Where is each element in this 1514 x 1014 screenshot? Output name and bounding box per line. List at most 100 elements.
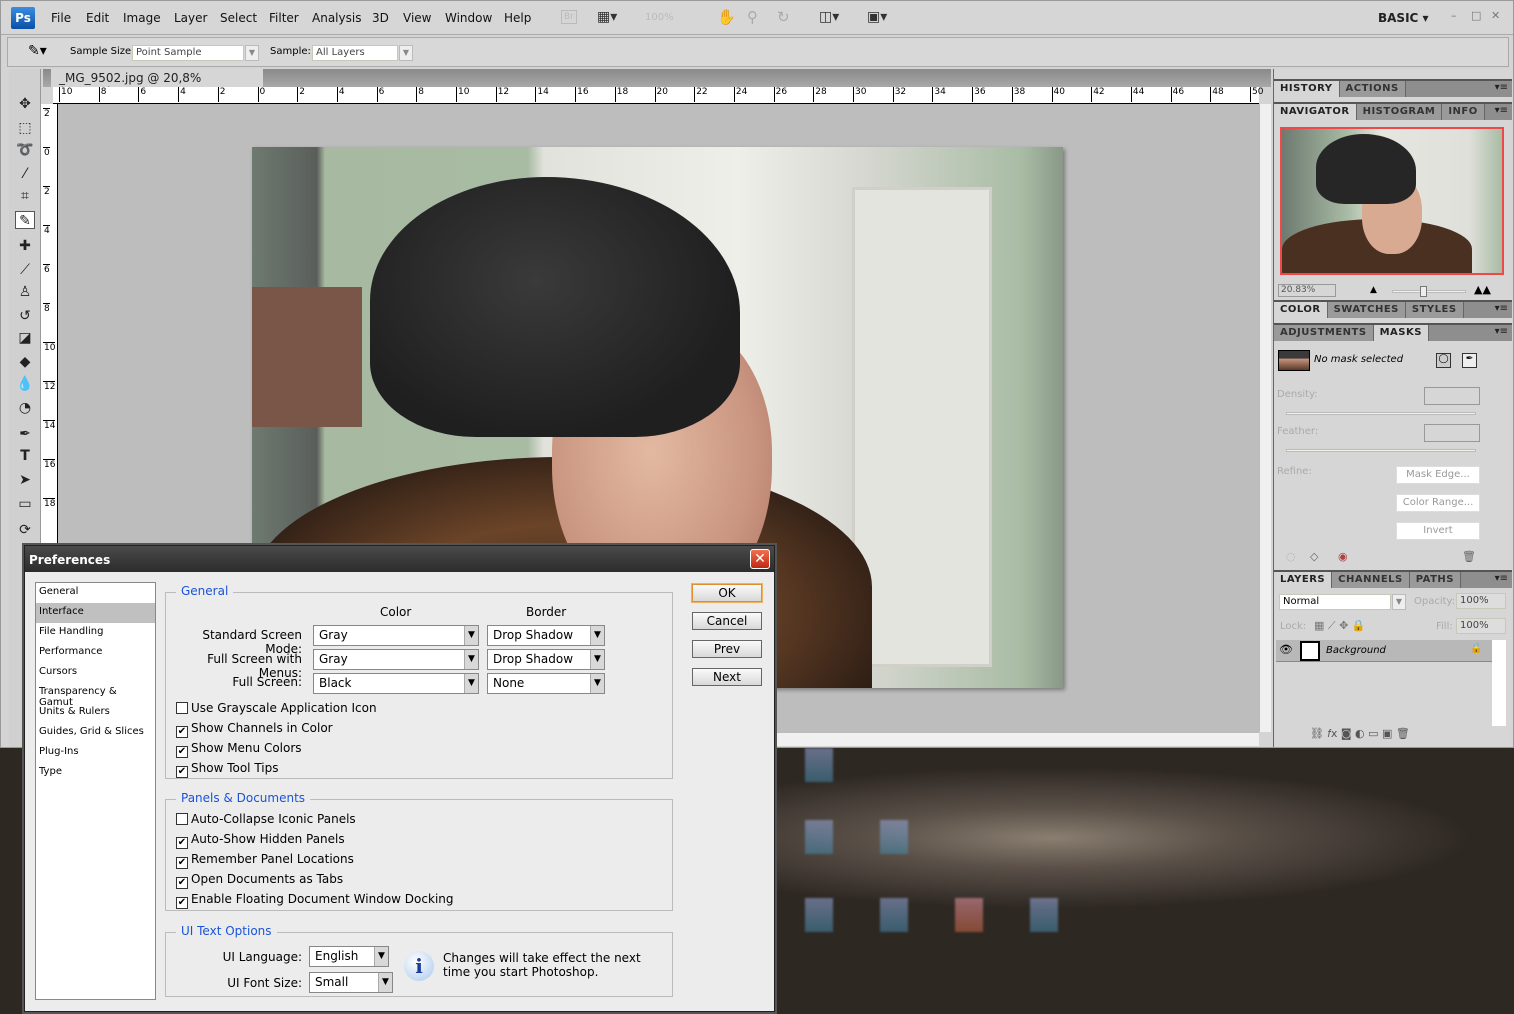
checkbox-tool-tips[interactable]: ✔ Show Tool Tips (176, 761, 278, 778)
invert-button[interactable]: Invert (1396, 522, 1480, 540)
checkbox[interactable]: ✔ (176, 746, 188, 758)
zoom-tool-icon[interactable]: ⚲ (747, 8, 758, 26)
tab-navigator[interactable]: NAVIGATOR (1274, 104, 1357, 120)
desktop-icon[interactable] (1030, 898, 1058, 932)
slider-thumb[interactable] (1419, 286, 1427, 297)
full-screen-border-dropdown[interactable]: None ▼ (487, 673, 605, 694)
tab-histogram[interactable]: HISTOGRAM (1356, 104, 1443, 120)
dodge-tool-icon[interactable]: ◔ (15, 399, 35, 417)
full-screen-menus-color-dropdown[interactable]: Gray ▼ (313, 649, 479, 670)
layer-footer-icons[interactable]: ⛓ 𝑓x ◙ ◐ ▭ ▣ 🗑 (1310, 727, 1410, 741)
add-vector-mask-icon[interactable]: ✒ (1462, 353, 1477, 368)
menu-view[interactable]: View (403, 11, 431, 25)
screen-mode-icon[interactable]: ▣▾ (867, 9, 887, 25)
checkbox[interactable]: ✔ (176, 897, 188, 909)
visibility-eye-icon[interactable]: 👁 (1279, 643, 1293, 656)
paint-bucket-icon[interactable]: ◆ (15, 353, 35, 371)
dialog-close-button[interactable]: ✕ (750, 549, 770, 569)
ok-button[interactable]: OK (692, 584, 762, 602)
checkbox-remember-locations[interactable]: ✔ Remember Panel Locations (176, 852, 354, 869)
menu-window[interactable]: Window (445, 11, 492, 25)
brush-tool-icon[interactable]: ⟋ (15, 261, 35, 279)
checkbox[interactable]: ✔ (176, 877, 188, 889)
pen-tool-icon[interactable]: ✒ (15, 425, 35, 443)
category-general[interactable]: General (36, 583, 155, 603)
checkbox[interactable]: ✔ (176, 726, 188, 738)
standard-screen-border-dropdown[interactable]: Drop Shadow ▼ (487, 625, 605, 646)
blur-tool-icon[interactable]: 💧 (15, 375, 35, 393)
menu-layer[interactable]: Layer (174, 11, 207, 25)
category-type[interactable]: Type (36, 763, 155, 783)
desktop-icon[interactable] (880, 898, 908, 932)
history-brush-icon[interactable]: ↺ (15, 307, 35, 325)
menu-3d[interactable]: 3D (372, 11, 389, 25)
eyedropper-icon[interactable]: ✎▾ (28, 43, 47, 59)
checkbox[interactable] (176, 813, 188, 825)
standard-screen-color-dropdown[interactable]: Gray ▼ (313, 625, 479, 646)
checkbox-auto-show[interactable]: ✔ Auto-Show Hidden Panels (176, 832, 345, 849)
eyedropper-tool-icon[interactable]: ✎ (15, 211, 35, 229)
checkbox-channels-color[interactable]: ✔ Show Channels in Color (176, 721, 333, 738)
tab-paths[interactable]: PATHS (1409, 572, 1462, 588)
tab-color[interactable]: COLOR (1274, 302, 1328, 318)
sample-dropdown[interactable]: All Layers (312, 45, 398, 61)
full-screen-color-dropdown[interactable]: Black ▼ (313, 673, 479, 694)
tab-adjustments[interactable]: ADJUSTMENTS (1274, 325, 1374, 341)
menu-analysis[interactable]: Analysis (312, 11, 361, 25)
mask-edge-button[interactable]: Mask Edge... (1396, 466, 1480, 484)
desktop-icon[interactable] (805, 898, 833, 932)
category-interface[interactable]: Interface (36, 603, 155, 623)
lock-icons[interactable]: ▦ ⟋ ✥ 🔒 (1314, 619, 1366, 633)
category-performance[interactable]: Performance (36, 643, 155, 663)
trash-icon[interactable]: 🗑 (1462, 550, 1476, 563)
layer-name[interactable]: Background (1326, 645, 1386, 656)
density-slider[interactable] (1286, 412, 1476, 415)
panel-menu-icon[interactable]: ▾≡ (1495, 303, 1508, 314)
desktop-icon[interactable] (805, 820, 833, 854)
menu-help[interactable]: Help (504, 11, 531, 25)
clone-stamp-icon[interactable]: ♙ (15, 283, 35, 301)
tab-layers[interactable]: LAYERS (1274, 572, 1333, 588)
ui-language-dropdown[interactable]: English ▼ (309, 946, 389, 967)
panel-menu-icon[interactable]: ▾≡ (1495, 105, 1508, 116)
rotate-view-icon[interactable]: ↻ (777, 8, 790, 26)
magic-wand-icon[interactable]: ⁄ (15, 165, 35, 183)
desktop-icon[interactable] (805, 748, 833, 782)
tab-masks[interactable]: MASKS (1373, 325, 1429, 341)
zoom-out-icon[interactable]: ▲ (1370, 285, 1377, 295)
tab-channels[interactable]: CHANNELS (1332, 572, 1410, 588)
healing-brush-icon[interactable]: ✚ (15, 237, 35, 255)
fill-field[interactable]: 100% (1456, 618, 1506, 634)
layer-row[interactable]: 👁 Background 🔒 (1276, 640, 1492, 662)
close-button[interactable]: ✕ (1491, 9, 1500, 22)
menu-edit[interactable]: Edit (86, 11, 109, 25)
minimize-button[interactable]: – (1451, 9, 1457, 22)
vertical-scrollbar[interactable] (1259, 104, 1271, 732)
category-guides-grid-slices[interactable]: Guides, Grid & Slices (36, 723, 155, 743)
chevron-down-icon[interactable]: ▼ (399, 45, 413, 61)
document-tab[interactable]: _MG_9502.jpg @ 20,8% (RGB/8*) × (51, 69, 263, 99)
bridge-button[interactable]: Br (561, 10, 577, 24)
apply-mask-icon[interactable]: ◇ (1310, 550, 1318, 563)
arrange-documents-icon[interactable]: ◫▾ (819, 9, 839, 25)
eraser-tool-icon[interactable]: ◪ (15, 329, 35, 347)
layers-scrollbar[interactable] (1492, 640, 1506, 726)
checkbox-open-as-tabs[interactable]: ✔ Open Documents as Tabs (176, 872, 343, 889)
category-units-rulers[interactable]: Units & Rulers (36, 703, 155, 723)
cancel-button[interactable]: Cancel (692, 612, 762, 630)
ui-font-size-dropdown[interactable]: Small ▼ (309, 972, 393, 993)
tab-info[interactable]: INFO (1442, 104, 1485, 120)
menu-filter[interactable]: Filter (269, 11, 299, 25)
crop-tool-icon[interactable]: ⌗ (15, 187, 35, 205)
category-cursors[interactable]: Cursors (36, 663, 155, 683)
menu-image[interactable]: Image (123, 11, 161, 25)
blend-mode-dropdown[interactable]: Normal (1279, 594, 1391, 610)
tab-actions[interactable]: ACTIONS (1339, 81, 1406, 97)
hand-tool-icon[interactable]: ✋ (717, 8, 736, 26)
checkbox-menu-colors[interactable]: ✔ Show Menu Colors (176, 741, 302, 758)
checkbox[interactable]: ✔ (176, 766, 188, 778)
workspace-switcher[interactable]: BASIC ▾ (1378, 11, 1429, 25)
category-plug-ins[interactable]: Plug-Ins (36, 743, 155, 763)
tab-styles[interactable]: STYLES (1405, 302, 1464, 318)
3d-rotate-icon[interactable]: ⟳ (15, 521, 35, 539)
